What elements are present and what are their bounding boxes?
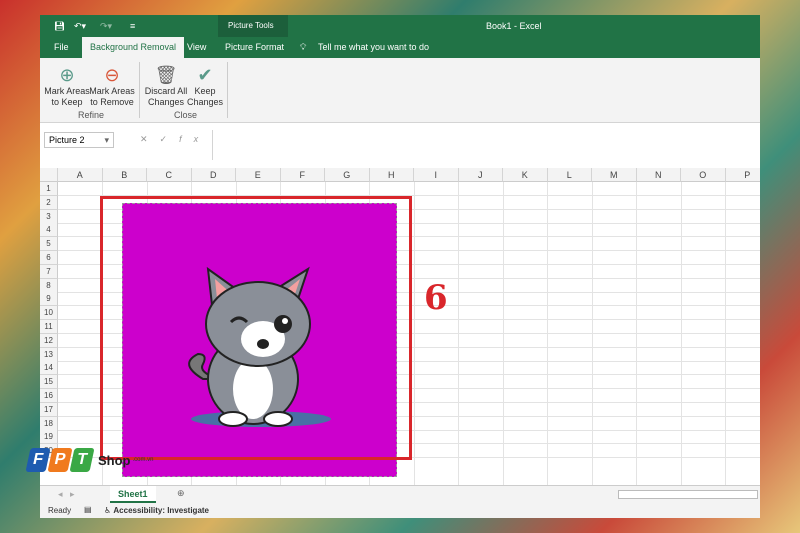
label: Mark Areas bbox=[44, 86, 90, 96]
undo-icon[interactable]: ↶▾ bbox=[74, 21, 86, 32]
save-icon[interactable]: 💾︎ bbox=[54, 21, 65, 32]
tab-file[interactable]: File bbox=[54, 42, 69, 52]
tab-background-removal[interactable]: Background Removal bbox=[82, 37, 185, 58]
column-header-M[interactable]: M bbox=[592, 168, 637, 182]
status-ready: Ready bbox=[48, 506, 72, 515]
column-header-E[interactable]: E bbox=[236, 168, 281, 182]
label: Changes bbox=[186, 97, 224, 107]
gridline bbox=[636, 182, 637, 485]
column-header-O[interactable]: O bbox=[681, 168, 726, 182]
row-header-9[interactable]: 9 bbox=[40, 292, 58, 307]
column-header-J[interactable]: J bbox=[458, 168, 503, 182]
horizontal-scrollbar[interactable] bbox=[618, 490, 758, 499]
gridline bbox=[458, 182, 459, 485]
row-header-18[interactable]: 18 bbox=[40, 416, 58, 431]
column-header-G[interactable]: G bbox=[325, 168, 370, 182]
row-header-4[interactable]: 4 bbox=[40, 223, 58, 238]
step-number: 6 bbox=[424, 278, 448, 318]
label: Keep bbox=[194, 86, 216, 96]
keep-changes-button[interactable]: ✔ Keep Changes bbox=[182, 64, 228, 108]
group-refine-label: Refine bbox=[78, 110, 105, 120]
logo-p: P bbox=[47, 448, 73, 472]
checkmark-icon: ✔ bbox=[197, 65, 213, 85]
sheet-tabs-bar: ◂ ▸ Sheet1 ⊕ bbox=[40, 485, 760, 503]
title-bar: 💾︎ ↶▾ ↷▾ ≡ Picture Tools Book1 - Excel bbox=[40, 15, 760, 58]
gridline bbox=[413, 182, 415, 485]
row-header-8[interactable]: 8 bbox=[40, 278, 58, 293]
sheet-tab-sheet1[interactable]: Sheet1 bbox=[110, 486, 156, 503]
formula-bar: Picture 2 ▾ ✕✓fx bbox=[40, 130, 760, 162]
column-header-L[interactable]: L bbox=[547, 168, 592, 182]
name-box-value: Picture 2 bbox=[49, 135, 85, 145]
gridline bbox=[502, 182, 504, 485]
window-title: Book1 - Excel bbox=[486, 21, 542, 31]
row-header-19[interactable]: 19 bbox=[40, 430, 58, 445]
row-header-16[interactable]: 16 bbox=[40, 389, 58, 403]
row-header-3[interactable]: 3 bbox=[40, 209, 58, 224]
row-header-12[interactable]: 12 bbox=[40, 333, 58, 348]
column-header-K[interactable]: K bbox=[503, 168, 548, 182]
label: Mark Areas bbox=[89, 86, 135, 96]
row-header-5[interactable]: 5 bbox=[40, 237, 58, 252]
divider bbox=[139, 62, 140, 118]
gridline bbox=[547, 182, 548, 485]
row-header-1[interactable]: 1 bbox=[40, 182, 58, 196]
column-header-F[interactable]: F bbox=[280, 168, 325, 182]
tab-view[interactable]: View bbox=[187, 42, 206, 52]
column-header-A[interactable]: A bbox=[58, 168, 103, 182]
row-header-11[interactable]: 11 bbox=[40, 320, 58, 334]
macro-record-icon[interactable]: ▤ bbox=[84, 505, 92, 514]
label: to Keep bbox=[51, 97, 83, 107]
row-header-6[interactable]: 6 bbox=[40, 251, 58, 265]
row-header-10[interactable]: 10 bbox=[40, 306, 58, 321]
column-header-D[interactable]: D bbox=[191, 168, 236, 182]
tab-picture-format[interactable]: Picture Format bbox=[225, 42, 284, 52]
formula-input[interactable] bbox=[212, 130, 760, 160]
ribbon-tabs: File Background Removal View Picture For… bbox=[40, 37, 760, 58]
row-header-7[interactable]: 7 bbox=[40, 264, 58, 279]
divider bbox=[227, 62, 228, 118]
column-header-I[interactable]: I bbox=[414, 168, 459, 182]
column-header-N[interactable]: N bbox=[636, 168, 681, 182]
add-sheet-icon[interactable]: ⊕ bbox=[177, 488, 185, 499]
gridline bbox=[680, 182, 682, 485]
context-label: Picture Tools bbox=[228, 21, 274, 30]
row-header-13[interactable]: 13 bbox=[40, 347, 58, 362]
label: to Remove bbox=[90, 97, 134, 107]
fpt-shop-logo: F P T Shop .com.vn bbox=[25, 448, 154, 472]
scroll-sheets-arrows[interactable]: ◂ ▸ bbox=[58, 489, 75, 500]
formula-icons[interactable]: ✕✓fx bbox=[140, 134, 210, 145]
logo-shop: Shop bbox=[98, 452, 131, 468]
select-all-corner[interactable] bbox=[40, 168, 58, 182]
status-bar: Ready ▤ ♿︎ Accessibility: Investigate bbox=[40, 503, 760, 518]
redo-icon[interactable]: ↷▾ bbox=[100, 21, 112, 32]
plus-pencil-icon: ⊕ bbox=[59, 65, 75, 85]
lightbulb-icon: 💡︎ bbox=[300, 42, 307, 52]
customize-qat-icon[interactable]: ≡ bbox=[130, 21, 135, 31]
highlight-box bbox=[100, 196, 412, 460]
logo-t: T bbox=[69, 448, 95, 472]
fx-icon[interactable]: fx bbox=[179, 134, 210, 144]
mark-remove-button[interactable]: ⊖ Mark Areas to Remove bbox=[89, 64, 135, 108]
column-header-H[interactable]: H bbox=[369, 168, 414, 182]
ribbon: ⊕ Mark Areas to Keep ⊖ Mark Areas to Remove … bbox=[40, 58, 760, 123]
row-header-15[interactable]: 15 bbox=[40, 375, 58, 390]
tell-me-search[interactable]: Tell me what you want to do bbox=[318, 42, 429, 52]
column-header-B[interactable]: B bbox=[102, 168, 147, 182]
group-close-label: Close bbox=[174, 110, 198, 120]
row-header-2[interactable]: 2 bbox=[40, 195, 58, 210]
column-header-P[interactable]: P bbox=[725, 168, 760, 182]
mark-keep-button[interactable]: ⊕ Mark Areas to Keep bbox=[44, 64, 90, 108]
accessibility-label: Accessibility: Investigate bbox=[113, 506, 209, 515]
row-header-17[interactable]: 17 bbox=[40, 402, 58, 417]
column-header-C[interactable]: C bbox=[147, 168, 192, 182]
row-header-14[interactable]: 14 bbox=[40, 361, 58, 376]
accessibility-status[interactable]: ♿︎ Accessibility: Investigate bbox=[104, 506, 209, 515]
logo-f: F bbox=[25, 448, 51, 472]
gridline bbox=[591, 182, 593, 485]
minus-pencil-icon: ⊖ bbox=[104, 65, 120, 85]
logo-domain: .com.vn bbox=[132, 457, 154, 463]
gridline bbox=[725, 182, 726, 485]
name-box[interactable]: Picture 2 ▾ bbox=[44, 132, 114, 148]
